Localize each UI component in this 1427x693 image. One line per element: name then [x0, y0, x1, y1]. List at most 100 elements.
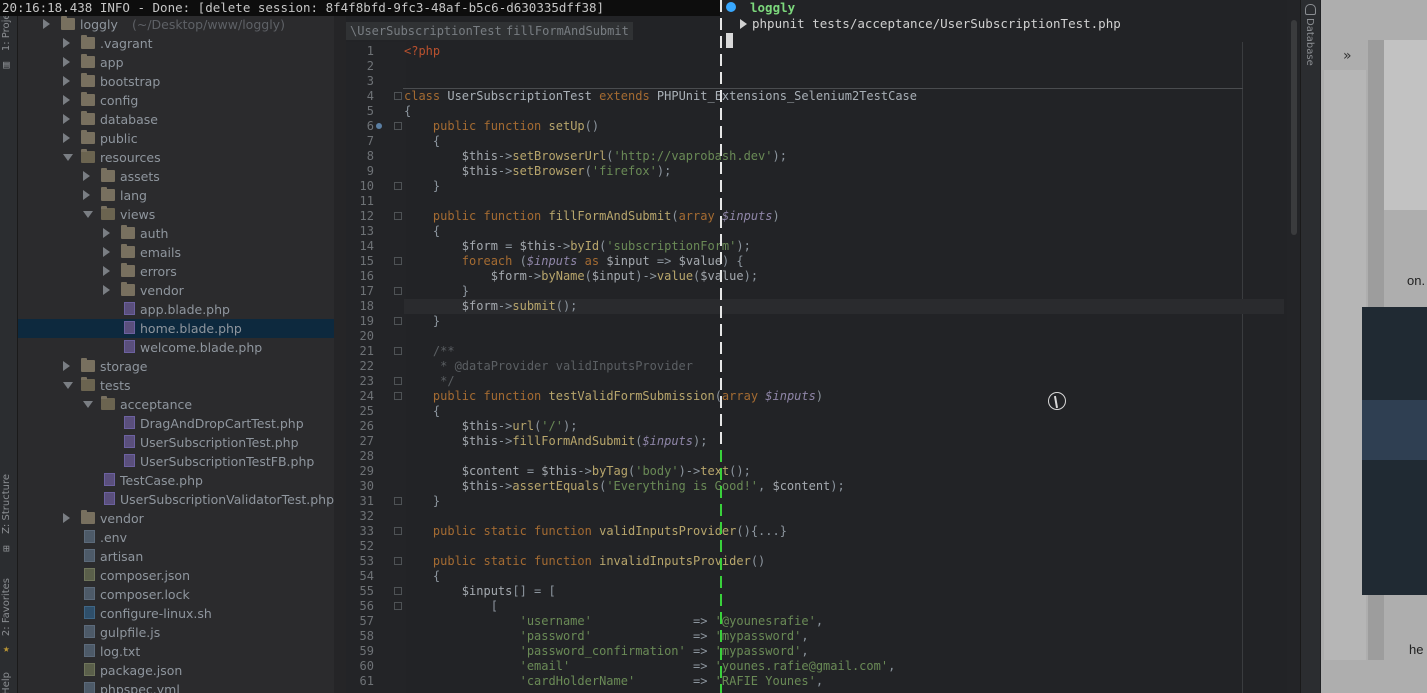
code-line[interactable]: } [404, 284, 469, 298]
breadcrumb-method[interactable]: fillFormAndSubmit [502, 22, 633, 40]
terminal-pane[interactable]: loggly phpunit tests/acceptance/UserSubs… [724, 0, 1304, 48]
chevron-right-icon[interactable] [63, 361, 70, 371]
code-line[interactable]: 'cardHolderName' => 'RAFIE Younes', [404, 674, 823, 688]
tree-item[interactable]: welcome.blade.php [18, 338, 334, 357]
tree-item[interactable]: public [18, 129, 334, 148]
tree-item[interactable]: config [18, 91, 334, 110]
tree-item[interactable]: database [18, 110, 334, 129]
code-line[interactable]: $form->byName($input)->value($value); [404, 269, 758, 283]
code-line[interactable]: * @dataProvider validInputsProvider [404, 359, 693, 373]
code-line[interactable]: 'password_confirmation' => 'mypassword', [404, 644, 809, 658]
structure-tool-tab[interactable]: Z: Structure [1, 474, 12, 534]
code-line[interactable]: } [404, 494, 440, 508]
database-tool-tab[interactable]: Database [1304, 18, 1315, 66]
fold-marker-icon[interactable] [394, 377, 402, 385]
fold-marker-icon[interactable] [394, 587, 402, 595]
tree-item[interactable]: app [18, 53, 334, 72]
chevron-right-icon[interactable] [63, 76, 70, 86]
tree-item[interactable]: storage [18, 357, 334, 376]
fold-marker-icon[interactable] [394, 392, 402, 400]
fold-marker-icon[interactable] [394, 602, 402, 610]
code-line[interactable]: public function setUp() [404, 119, 599, 133]
chevron-right-icon[interactable] [63, 114, 70, 124]
tree-item[interactable]: bootstrap [18, 72, 334, 91]
tree-item[interactable]: configure-linux.sh [18, 604, 334, 623]
database-icon[interactable] [1305, 4, 1316, 15]
tree-item[interactable]: home.blade.php [18, 319, 334, 338]
tree-item[interactable]: composer.json [18, 566, 334, 585]
project-tree-scrollbar[interactable] [334, 0, 346, 693]
tree-item[interactable]: loggly (~/Desktop/www/loggly) [18, 15, 334, 34]
code-line[interactable]: $this->setBrowser('firefox'); [404, 164, 672, 178]
chevron-right-icon[interactable] [63, 38, 70, 48]
fold-marker-icon[interactable] [394, 122, 402, 130]
chevron-right-icon[interactable] [43, 19, 50, 29]
fold-marker-icon[interactable] [394, 347, 402, 355]
code-line[interactable]: public function fillFormAndSubmit(array … [404, 209, 780, 223]
chevron-right-icon[interactable] [103, 266, 110, 276]
code-line[interactable]: 'password' => 'mypassword', [404, 629, 809, 643]
tree-item[interactable]: TestCase.php [18, 471, 334, 490]
chevron-right-icon[interactable] [103, 247, 110, 257]
fold-marker-icon[interactable] [394, 557, 402, 565]
code-line[interactable]: $this->setBrowserUrl('http://vaprobash.d… [404, 149, 787, 163]
code-line[interactable]: $form = $this->byId('subscriptionForm'); [404, 239, 751, 253]
chevron-right-icon[interactable] [83, 171, 90, 181]
tree-item[interactable]: auth [18, 224, 334, 243]
code-line[interactable]: $this->assertEquals('Everything is Good!… [404, 479, 845, 493]
code-line[interactable]: } [404, 314, 440, 328]
code-line[interactable]: /** [404, 344, 455, 358]
chevron-right-icon[interactable] [63, 57, 70, 67]
override-marker-icon[interactable] [376, 123, 382, 129]
code-line[interactable]: $this->url('/'); [404, 419, 578, 433]
code-line[interactable]: $inputs[] = [ [404, 584, 556, 598]
breadcrumb-class[interactable]: \UserSubscriptionTest [346, 22, 506, 40]
tree-item[interactable]: tests [18, 376, 334, 395]
tree-item[interactable]: UserSubscriptionTest.php [18, 433, 334, 452]
fold-marker-icon[interactable] [394, 527, 402, 535]
code-line[interactable]: 'username' => '@younesrafie', [404, 614, 823, 628]
code-line[interactable]: { [404, 224, 440, 238]
fold-marker-icon[interactable] [394, 92, 402, 100]
code-line[interactable]: { [404, 104, 411, 118]
tree-item[interactable]: composer.lock [18, 585, 334, 604]
code-line[interactable]: 'email' => 'younes.rafie@gmail.com', [404, 659, 896, 673]
fold-marker-icon[interactable] [394, 287, 402, 295]
fold-marker-icon[interactable] [394, 497, 402, 505]
code-line[interactable]: foreach ($inputs as $input => $value) { [404, 254, 744, 268]
favorites-star-icon[interactable]: ★ [3, 642, 10, 655]
tree-item[interactable]: vendor [18, 281, 334, 300]
chevron-right-icon[interactable] [63, 513, 70, 523]
tree-item[interactable]: artisan [18, 547, 334, 566]
code-line[interactable]: */ [404, 374, 454, 388]
tree-item[interactable]: assets [18, 167, 334, 186]
code-line[interactable]: { [404, 134, 440, 148]
fold-marker-icon[interactable] [394, 317, 402, 325]
tree-item[interactable]: acceptance [18, 395, 334, 414]
editor-scrollbar[interactable] [1287, 0, 1301, 693]
editor-scrollbar-thumb[interactable] [1291, 20, 1297, 235]
code-editor[interactable]: \UserSubscriptionTest fillFormAndSubmit … [346, 0, 1321, 693]
tree-item[interactable]: app.blade.php [18, 300, 334, 319]
code-line[interactable]: $this->fillFormAndSubmit($inputs); [404, 434, 708, 448]
project-tool-icon[interactable]: ▤ [3, 58, 10, 71]
tree-item[interactable]: phpspec.yml [18, 680, 334, 693]
chevron-down-icon[interactable] [63, 382, 73, 389]
tree-item[interactable]: views [18, 205, 334, 224]
tree-item[interactable]: errors [18, 262, 334, 281]
code-line[interactable]: { [404, 569, 440, 583]
chevron-right-icon[interactable] [103, 285, 110, 295]
tree-item[interactable]: gulpfile.js [18, 623, 334, 642]
fold-marker-icon[interactable] [394, 212, 402, 220]
code-line[interactable]: $form->submit(); [404, 299, 578, 313]
chevron-right-icon[interactable] [63, 95, 70, 105]
chevron-down-icon[interactable] [63, 154, 73, 161]
chevron-right-icon[interactable] [103, 228, 110, 238]
tree-item[interactable]: UserSubscriptionTestFB.php [18, 452, 334, 471]
tree-item[interactable]: DragAndDropCartTest.php [18, 414, 334, 433]
code-line[interactable]: [ [404, 599, 498, 613]
tree-item[interactable]: package.json [18, 661, 334, 680]
tree-item[interactable]: resources [18, 148, 334, 167]
code-line[interactable]: } [404, 179, 440, 193]
structure-tool-icon[interactable]: ⊞ [3, 542, 10, 555]
